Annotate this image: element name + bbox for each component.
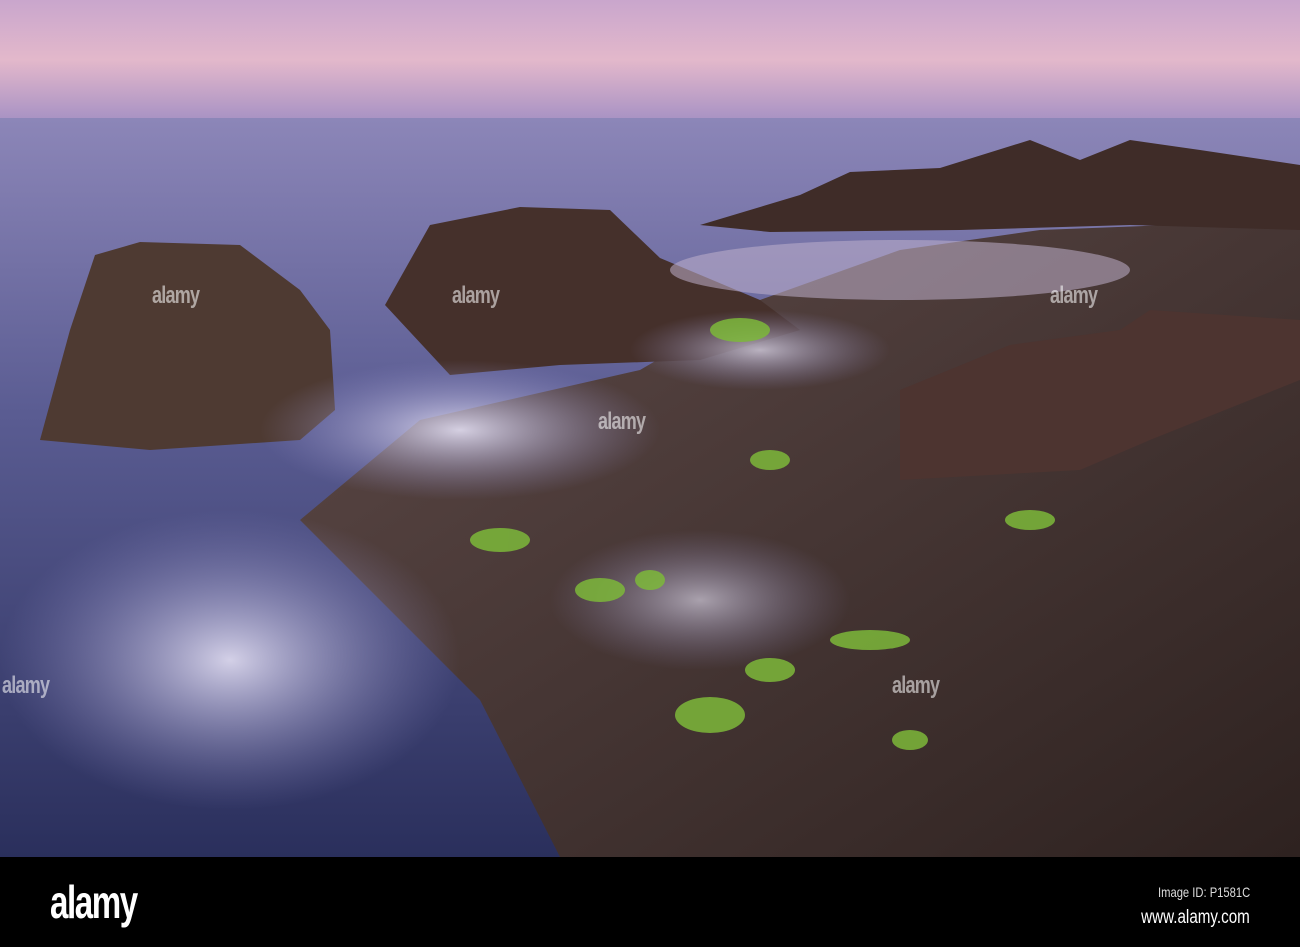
foam: [0, 510, 460, 810]
footer-bar: alamy Image ID: P1581C www.alamy.com: [0, 857, 1300, 947]
watermark: alamy: [892, 672, 940, 699]
seascape-photo: alamy alamy alamy alamy alamy alamy: [0, 0, 1300, 857]
seascape-illustration: [0, 0, 1300, 857]
website-link: www.alamy.com: [1141, 907, 1250, 928]
alamy-logo: alamy: [50, 876, 138, 928]
watermark: alamy: [598, 408, 646, 435]
sky: [0, 0, 1300, 120]
watermark: alamy: [452, 282, 500, 309]
watermark: alamy: [2, 672, 50, 699]
watermark: alamy: [1050, 282, 1098, 309]
watermark: alamy: [152, 282, 200, 309]
image-id: Image ID: P1581C: [1157, 884, 1250, 900]
